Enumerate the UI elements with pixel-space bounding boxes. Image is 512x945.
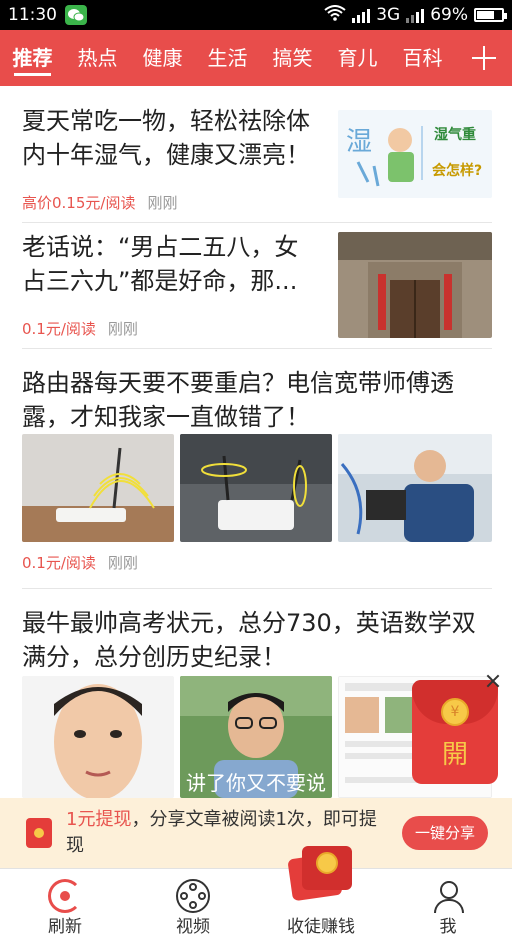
article-title[interactable]: 夏天常吃一物，轻松祛除体内十年湿气，健康又漂亮！ — [22, 104, 332, 172]
article-item[interactable]: 老话说：“男占二五八，女占三六九”都是好命，那... — [22, 230, 322, 298]
user-icon — [431, 879, 465, 913]
nav-refresh[interactable]: 刷新 — [1, 869, 129, 945]
svg-text:湿: 湿 — [346, 127, 372, 157]
close-icon[interactable] — [484, 672, 502, 690]
divider — [22, 222, 492, 223]
red-packet-popup[interactable]: ¥ 開 — [412, 680, 498, 784]
nav-me[interactable]: 我 — [384, 869, 512, 945]
tab-life[interactable]: 生活 — [195, 30, 260, 86]
wechat-notification-icon — [65, 5, 87, 25]
signal-icon — [352, 7, 371, 23]
red-packet-icon[interactable] — [287, 846, 352, 902]
article-thumbnail[interactable] — [22, 676, 174, 798]
nav-label: 视频 — [176, 917, 210, 937]
article-thumbnail[interactable]: 湿 湿气重 会怎样? — [338, 110, 492, 198]
add-channel-icon[interactable] — [472, 46, 496, 70]
article-thumbnail[interactable] — [180, 434, 332, 542]
article-price: 0.1元/阅读 — [22, 320, 96, 338]
bottom-navigation: 刷新 视频 收徒赚钱 我 — [0, 868, 512, 944]
tab-recommend[interactable]: 推荐 — [0, 30, 65, 86]
wifi-icon — [324, 4, 346, 26]
nav-label: 收徒赚钱 — [287, 917, 355, 937]
share-button[interactable]: 一键分享 — [402, 816, 488, 850]
refresh-icon — [48, 879, 82, 913]
nav-label: 刷新 — [48, 917, 82, 937]
article-time: 刚刚 — [107, 554, 138, 572]
article-meta: 0.1元/阅读 刚刚 — [22, 552, 492, 573]
article-time: 刚刚 — [147, 194, 178, 212]
promo-banner[interactable]: 1元提现，分享文章被阅读1次，即可提现 一键分享 — [0, 798, 512, 868]
channel-tabbar: 推荐 热点 健康 生活 搞笑 育儿 百科 — [0, 30, 512, 86]
article-title[interactable]: 最牛最帅高考状元，总分730，英语数学双满分，总分创历史纪录！ — [22, 606, 492, 674]
coin-icon: ¥ — [441, 698, 469, 726]
status-bar: 11:30 3G 69% — [0, 0, 512, 30]
article-title[interactable]: 路由器每天要不要重启？电信宽带师傅透露，才知我家一直做错了！ — [22, 366, 492, 434]
red-envelope-icon — [26, 818, 52, 848]
article-item[interactable]: 最牛最帅高考状元，总分730，英语数学双满分，总分创历史纪录！ — [22, 606, 492, 674]
divider — [22, 348, 492, 349]
article-thumbnail[interactable] — [22, 434, 174, 542]
article-price: 高价0.15元/阅读 — [22, 194, 136, 212]
tab-funny[interactable]: 搞笑 — [260, 30, 325, 86]
open-red-packet-label[interactable]: 開 — [412, 734, 498, 771]
article-item[interactable]: 夏天常吃一物，轻松祛除体内十年湿气，健康又漂亮！ — [22, 104, 332, 172]
article-time: 刚刚 — [107, 320, 138, 338]
video-reel-icon — [176, 879, 210, 913]
tab-encyclopedia[interactable]: 百科 — [390, 30, 455, 86]
network-type: 3G — [376, 5, 401, 25]
video-caption: 讲了你又不要说 — [186, 771, 326, 795]
battery-icon — [474, 8, 507, 22]
tab-hot[interactable]: 热点 — [65, 30, 130, 86]
tab-health[interactable]: 健康 — [130, 30, 195, 86]
article-item[interactable]: 路由器每天要不要重启？电信宽带师傅透露，才知我家一直做错了！ — [22, 366, 492, 434]
article-price: 0.1元/阅读 — [22, 554, 96, 572]
status-time: 11:30 — [8, 5, 57, 25]
battery-percent: 69% — [430, 5, 468, 25]
thumbnail-text: 会怎样? — [432, 163, 483, 179]
nav-label: 我 — [439, 917, 457, 937]
divider — [22, 588, 492, 589]
article-thumbnail[interactable]: 讲了你又不要说 — [180, 676, 332, 798]
nav-video[interactable]: 视频 — [129, 869, 257, 945]
article-thumbnail[interactable] — [338, 232, 492, 338]
tab-parenting[interactable]: 育儿 — [325, 30, 390, 86]
thumbnail-text: 湿气重 — [434, 127, 476, 143]
signal-icon-2 — [406, 7, 425, 23]
article-thumbnail[interactable] — [338, 434, 492, 542]
promo-highlight: 1元提现 — [66, 809, 132, 830]
article-title[interactable]: 老话说：“男占二五八，女占三六九”都是好命，那... — [22, 230, 322, 298]
